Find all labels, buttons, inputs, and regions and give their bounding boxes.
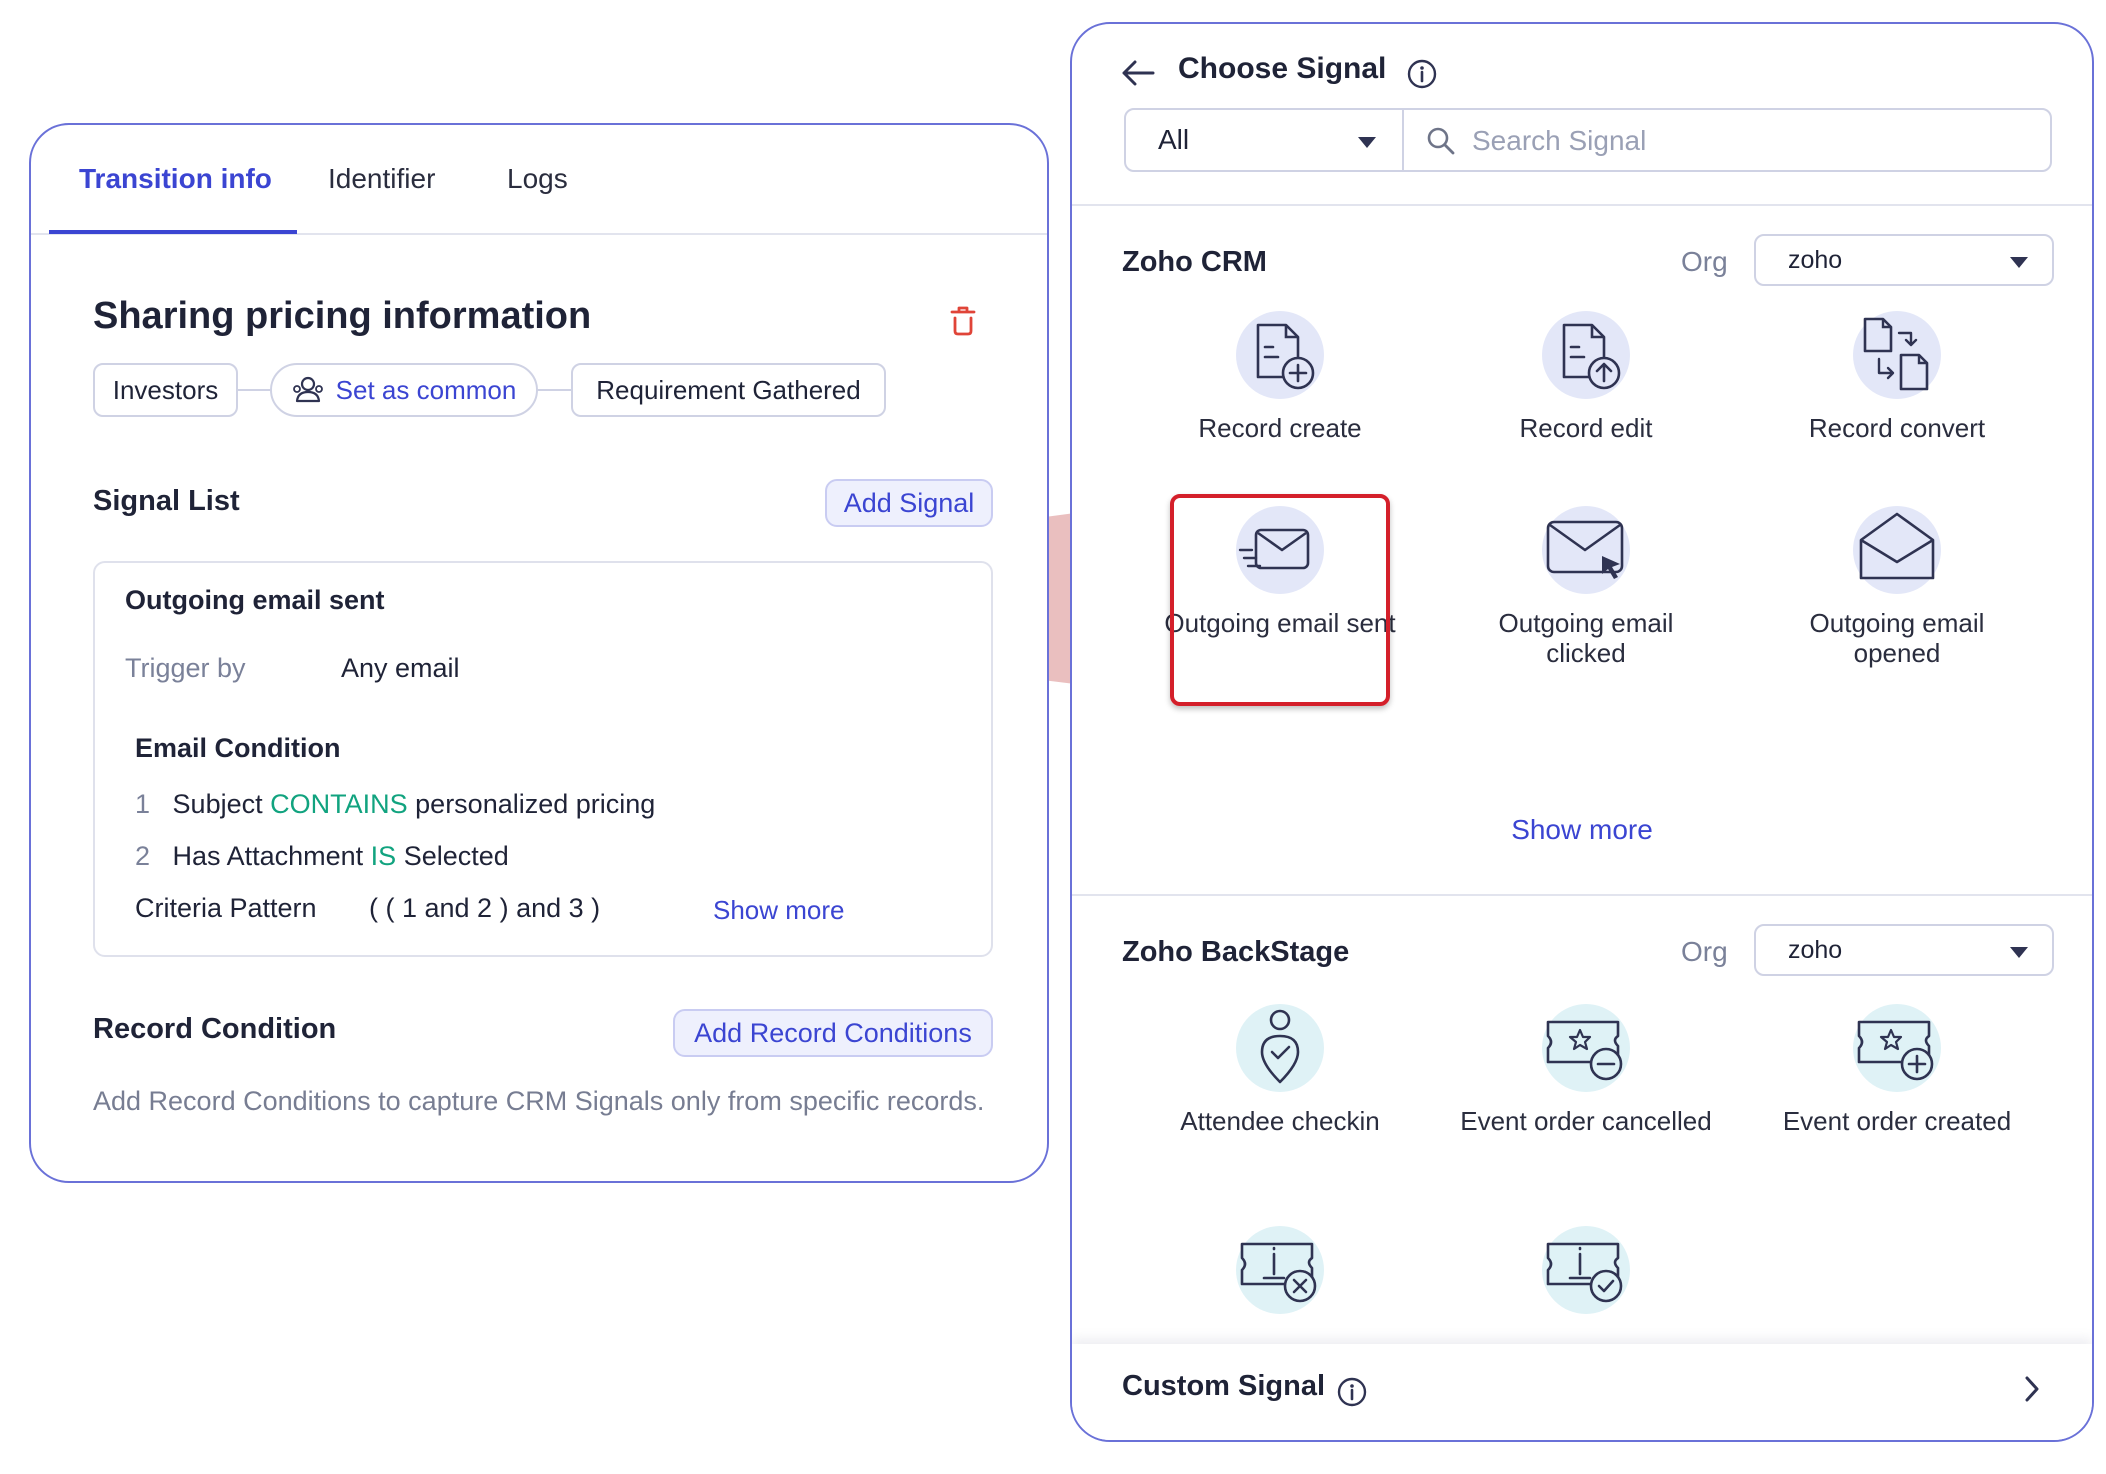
info-icon[interactable] xyxy=(1336,1376,1368,1408)
signal-event-order-cancelled[interactable]: Event order cancelled xyxy=(1456,1002,1716,1182)
condition-value: Selected xyxy=(403,841,509,871)
show-more-link[interactable]: Show more xyxy=(713,895,845,926)
add-signal-button[interactable]: Add Signal xyxy=(825,479,993,527)
ticket-cancel-icon xyxy=(1236,1226,1324,1314)
record-condition-heading: Record Condition xyxy=(93,1013,337,1045)
criteria-pattern-label: Criteria Pattern xyxy=(135,893,317,923)
org-label: Org xyxy=(1681,246,1728,277)
org-label: Org xyxy=(1681,936,1728,967)
criteria-pattern-value: ( ( 1 and 2 ) and 3 ) xyxy=(369,893,601,923)
email-condition-heading: Email Condition xyxy=(135,733,341,763)
add-record-conditions-button[interactable]: Add Record Conditions xyxy=(673,1009,993,1057)
tab-logs[interactable]: Logs xyxy=(507,163,568,195)
signal-attendee-checkin[interactable]: Attendee checkin xyxy=(1150,1002,1410,1182)
signal-list-heading: Signal List xyxy=(93,485,240,517)
signal-label: Record convert xyxy=(1808,413,1986,443)
group-title-zoho-backstage: Zoho BackStage xyxy=(1122,936,1350,968)
condition-row: 2 Has Attachment IS Selected xyxy=(135,841,509,872)
choose-signal-title: Choose Signal xyxy=(1178,52,1387,85)
caret-down-icon xyxy=(1358,137,1376,148)
attendee-checkin-icon xyxy=(1236,1004,1324,1092)
group-divider xyxy=(1072,894,2092,896)
signal-card-title: Outgoing email sent xyxy=(125,585,385,615)
custom-signal-title: Custom Signal xyxy=(1122,1370,1326,1402)
trash-icon[interactable] xyxy=(943,300,983,340)
condition-operator: CONTAINS xyxy=(270,789,408,819)
signal-record-convert[interactable]: Record convert xyxy=(1767,309,2027,489)
signal-category-select[interactable]: All xyxy=(1126,110,1404,170)
record-convert-icon xyxy=(1853,311,1941,399)
transition-title: Sharing pricing information xyxy=(93,295,592,337)
email-clicked-icon xyxy=(1542,506,1630,594)
condition-row: 1 Subject CONTAINS personalized pricing xyxy=(135,789,655,820)
tab-identifier[interactable]: Identifier xyxy=(328,163,435,195)
condition-number: 1 xyxy=(135,789,151,819)
signal-label: Outgoing email opened xyxy=(1809,608,1985,668)
selected-signal-highlight xyxy=(1170,494,1390,706)
caret-down-icon xyxy=(2010,947,2028,958)
signal-category-value: All xyxy=(1158,124,1190,155)
choose-signal-panel: Choose Signal All Zoho CRM Org zoho xyxy=(1070,22,2094,1442)
caret-down-icon xyxy=(2010,257,2028,268)
chip-connector xyxy=(537,389,573,391)
signal-ticket-cancel[interactable] xyxy=(1150,1224,1410,1334)
set-as-common-button[interactable]: Set as common xyxy=(270,363,538,417)
signal-record-edit[interactable]: Record edit xyxy=(1456,309,1716,489)
ticket-approve-icon xyxy=(1542,1226,1630,1314)
group-title-zoho-crm: Zoho CRM xyxy=(1122,246,1267,278)
record-condition-description: Add Record Conditions to capture CRM Sig… xyxy=(93,1086,985,1116)
set-as-common-label: Set as common xyxy=(335,374,517,405)
signal-ticket-approve[interactable] xyxy=(1456,1224,1716,1334)
chip-connector xyxy=(236,389,270,391)
condition-operator: IS xyxy=(370,841,397,871)
signal-record-create[interactable]: Record create xyxy=(1150,309,1410,489)
event-cancelled-icon xyxy=(1542,1004,1630,1092)
condition-field: Subject xyxy=(172,789,263,819)
users-icon xyxy=(292,376,323,403)
signal-filter-bar: All xyxy=(1124,108,2052,172)
trigger-value: Any email xyxy=(341,653,460,683)
org-select-backstage[interactable]: zoho xyxy=(1754,924,2054,976)
tab-transition-info[interactable]: Transition info xyxy=(79,163,272,195)
signal-outgoing-email-opened[interactable]: Outgoing email opened xyxy=(1767,504,2027,684)
search-signal-input[interactable] xyxy=(1472,116,2032,166)
show-more-crm-signals[interactable]: Show more xyxy=(1072,814,2092,846)
stage-chip-requirement: Requirement Gathered xyxy=(571,363,886,417)
signal-outgoing-email-clicked[interactable]: Outgoing email clicked xyxy=(1456,504,1716,684)
event-created-icon xyxy=(1853,1004,1941,1092)
email-opened-icon xyxy=(1853,506,1941,594)
signal-label: Record edit xyxy=(1519,413,1653,443)
signal-label: Attendee checkin xyxy=(1180,1106,1380,1136)
stage-chip-investors: Investors xyxy=(93,363,238,417)
record-create-icon xyxy=(1236,311,1324,399)
condition-number: 2 xyxy=(135,841,151,871)
org-select-crm[interactable]: zoho xyxy=(1754,234,2054,286)
back-arrow-icon[interactable] xyxy=(1120,58,1156,88)
signal-event-order-created[interactable]: Event order created xyxy=(1767,1002,2027,1182)
condition-value: personalized pricing xyxy=(415,789,656,819)
org-select-value: zoho xyxy=(1788,246,1843,274)
signal-label: Event order cancelled xyxy=(1460,1106,1712,1136)
active-tab-indicator xyxy=(49,230,297,234)
trigger-label: Trigger by xyxy=(125,653,246,683)
info-icon[interactable] xyxy=(1406,58,1438,90)
record-edit-icon xyxy=(1542,311,1630,399)
transition-panel: Transition info Identifier Logs Sharing … xyxy=(29,123,1049,1183)
signal-label: Record create xyxy=(1198,413,1362,443)
custom-signal-row[interactable]: Custom Signal xyxy=(1072,1344,2092,1440)
signal-card: Outgoing email sent Trigger by Any email… xyxy=(93,561,993,957)
chevron-right-icon xyxy=(2025,1376,2039,1402)
signal-label: Event order created xyxy=(1782,1106,2012,1136)
signal-label: Outgoing email clicked xyxy=(1498,608,1674,668)
tab-bar: Transition info Identifier Logs xyxy=(31,125,1047,235)
search-icon xyxy=(1427,127,1455,155)
header-divider xyxy=(1072,204,2092,206)
org-select-value: zoho xyxy=(1788,936,1843,964)
condition-field: Has Attachment xyxy=(172,841,364,871)
